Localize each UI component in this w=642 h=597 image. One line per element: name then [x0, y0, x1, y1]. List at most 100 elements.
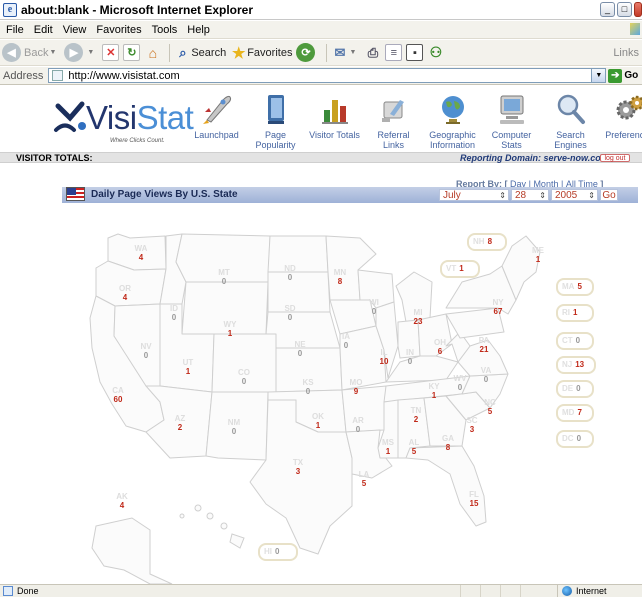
history-button[interactable]: ⟳: [296, 43, 318, 62]
menu-edit[interactable]: Edit: [34, 24, 53, 36]
state-tx-label[interactable]: TX 3: [286, 458, 310, 476]
maximize-button[interactable]: □: [617, 2, 632, 17]
state-abbr: MS: [382, 438, 394, 447]
address-dropdown-button[interactable]: ▼: [591, 69, 606, 82]
state-ky-label[interactable]: KY 1: [422, 382, 446, 400]
month-select[interactable]: July ⇕: [439, 189, 509, 201]
nav-geographic-information[interactable]: Geographic Information: [426, 92, 479, 150]
state-mo-label[interactable]: MO 9: [344, 378, 368, 396]
menu-help[interactable]: Help: [187, 24, 210, 36]
state-ak-label[interactable]: AK 4: [110, 492, 134, 510]
state-va-label[interactable]: VA 0: [474, 366, 498, 384]
state-pa-label[interactable]: PA 21: [472, 336, 496, 354]
nav-page-popularity[interactable]: Page Popularity: [249, 92, 302, 150]
state-ks-label[interactable]: KS 0: [296, 378, 320, 396]
nav-preferences[interactable]: Preferences: [603, 92, 642, 150]
state-me-label[interactable]: ME 1: [526, 246, 550, 264]
close-button[interactable]: [634, 2, 642, 17]
menu-view[interactable]: View: [63, 24, 87, 36]
state-nm-label[interactable]: NM 0: [222, 418, 246, 436]
window-title: about:blank - Microsoft Internet Explore…: [21, 2, 254, 17]
visistat-logo[interactable]: VisiStat Where Clicks Count.: [52, 96, 194, 146]
state-al-label[interactable]: AL 5: [402, 438, 426, 456]
nav-visitor-totals[interactable]: Visitor Totals: [308, 92, 361, 150]
state-ne-label[interactable]: NE 0: [288, 340, 312, 358]
state-ok-label[interactable]: OK 1: [306, 412, 330, 430]
state-ri-box[interactable]: RI 1: [556, 304, 594, 322]
state-wi-label[interactable]: WI 0: [362, 298, 386, 316]
state-ny-label[interactable]: NY 67: [486, 298, 510, 316]
state-wa-label[interactable]: WA 4: [129, 244, 153, 262]
state-md-box[interactable]: MD 7: [556, 404, 594, 422]
state-ga-label[interactable]: GA 8: [436, 434, 460, 452]
search-button[interactable]: ⌕ Search: [174, 44, 226, 61]
mail-icon: ✉: [334, 44, 346, 60]
state-mn-label[interactable]: MN 8: [328, 268, 352, 286]
state-wv-label[interactable]: WV 0: [448, 374, 472, 392]
go-button[interactable]: ➔ Go: [608, 68, 639, 83]
messenger-button[interactable]: ⚇: [427, 44, 444, 61]
state-nj-box[interactable]: NJ 13: [556, 356, 596, 374]
favorites-button[interactable]: ★ Favorites: [230, 44, 292, 62]
refresh-button[interactable]: ↻: [123, 44, 141, 61]
state-or-label[interactable]: OR 4: [113, 284, 137, 302]
state-mt-label[interactable]: MT 0: [212, 268, 236, 286]
state-la-label[interactable]: LA 5: [352, 470, 376, 488]
state-nd-label[interactable]: ND 0: [278, 264, 302, 282]
menu-favorites[interactable]: Favorites: [96, 24, 141, 36]
menu-file[interactable]: File: [6, 24, 24, 36]
state-ut-label[interactable]: UT 1: [176, 358, 200, 376]
discuss-button[interactable]: ▪: [406, 44, 424, 61]
state-fl-label[interactable]: FL 15: [462, 490, 486, 508]
state-abbr: MA: [562, 282, 575, 291]
state-sc-label[interactable]: SC 3: [460, 416, 484, 434]
state-il-label[interactable]: IL 10: [372, 348, 396, 366]
go-label: Go: [624, 70, 639, 81]
state-mi-label[interactable]: MI 23: [406, 308, 430, 326]
us-flag-icon: [66, 187, 85, 201]
mail-button[interactable]: ✉ ▼: [331, 44, 360, 61]
nav-launchpad[interactable]: Launchpad: [190, 92, 243, 150]
state-nh-box[interactable]: NH 8: [467, 233, 507, 251]
back-button[interactable]: ◀ Back ▼: [2, 43, 60, 62]
state-in-label[interactable]: IN 0: [398, 348, 422, 366]
state-wy-label[interactable]: WY 1: [218, 320, 242, 338]
links-label[interactable]: Links: [613, 47, 639, 59]
state-ms-label[interactable]: MS 1: [376, 438, 400, 456]
state-abbr: SD: [284, 304, 296, 313]
day-select[interactable]: 28 ⇕: [511, 189, 549, 201]
home-button[interactable]: ⌂: [144, 44, 161, 61]
state-ca-label[interactable]: CA 60: [106, 386, 130, 404]
state-de-box[interactable]: DE 0: [556, 380, 594, 398]
state-tn-label[interactable]: TN 2: [404, 406, 428, 424]
minimize-button[interactable]: _: [600, 2, 615, 17]
state-hi-box[interactable]: HI 0: [258, 543, 298, 561]
state-ct-box[interactable]: CT 0: [556, 332, 594, 350]
state-sd-label[interactable]: SD 0: [278, 304, 302, 322]
edit-button[interactable]: ≡: [385, 44, 403, 61]
state-az-label[interactable]: AZ 2: [168, 414, 192, 432]
state-page-views: 1: [459, 264, 464, 273]
state-oh-label[interactable]: OH 6: [428, 338, 452, 356]
report-go-button[interactable]: Go: [600, 189, 618, 201]
menu-tools[interactable]: Tools: [152, 24, 178, 36]
state-ar-label[interactable]: AR 0: [346, 416, 370, 434]
year-select[interactable]: 2005 ⇕: [551, 189, 598, 201]
print-button[interactable]: ⎙: [364, 44, 381, 61]
stop-button[interactable]: ✕: [102, 44, 120, 61]
nav-referral-links[interactable]: Referral Links: [367, 92, 420, 150]
logout-button[interactable]: log out: [600, 154, 630, 162]
state-nc-label[interactable]: NC 5: [478, 398, 502, 416]
state-nv-label[interactable]: NV 0: [134, 342, 158, 360]
forward-button[interactable]: ▶ ▼: [64, 43, 98, 62]
state-vt-box[interactable]: VT 1: [440, 260, 480, 278]
nav-search-engines[interactable]: Search Engines: [544, 92, 597, 150]
address-input[interactable]: http://www.visistat.com ▼: [48, 68, 607, 83]
state-id-label[interactable]: ID 0: [162, 304, 186, 322]
state-ma-box[interactable]: MA 5: [556, 278, 594, 296]
nav-computer-stats[interactable]: Computer Stats: [485, 92, 538, 150]
state-dc-box[interactable]: DC 0: [556, 430, 594, 448]
state-ia-label[interactable]: IA 0: [334, 332, 358, 350]
state-co-label[interactable]: CO 0: [232, 368, 256, 386]
state-abbr: NJ: [562, 360, 573, 369]
